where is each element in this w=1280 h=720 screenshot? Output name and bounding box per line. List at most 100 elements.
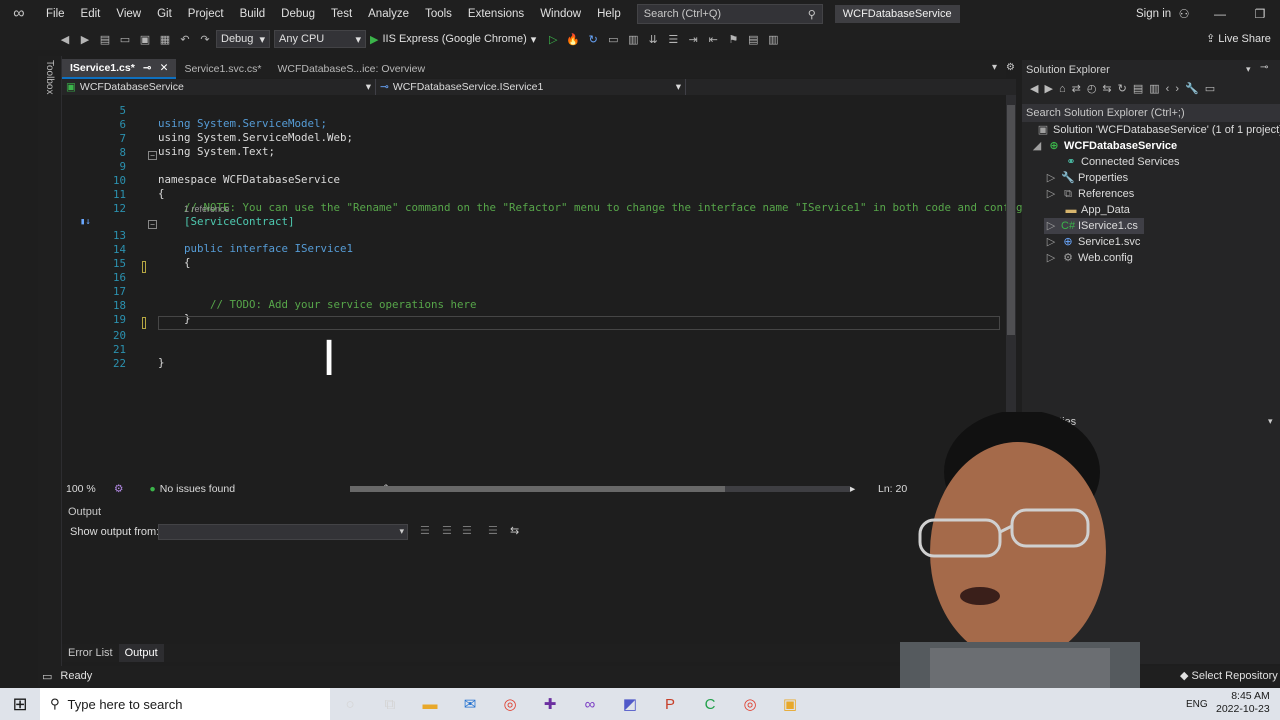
collapsed-arrow-icon[interactable]: ▷ xyxy=(1044,170,1058,186)
expanded-arrow-icon[interactable]: ◢ xyxy=(1030,138,1044,154)
global-search-input[interactable]: Search (Ctrl+Q) ⚲ xyxy=(636,4,823,24)
chevron-down-icon[interactable]: ▾ xyxy=(1246,64,1251,75)
view-code-icon[interactable]: ‹› xyxy=(1166,83,1185,95)
code-editor[interactable]: 5 using System.ServiceModel; 6 using Sys… xyxy=(62,95,1023,479)
chevron-down-icon[interactable]: ▾ xyxy=(1268,416,1273,427)
collapsed-arrow-icon[interactable]: ▷ xyxy=(1044,218,1058,234)
tab-service1-svc-cs[interactable]: Service1.svc.cs* xyxy=(176,60,269,78)
menu-analyze[interactable]: Analyze xyxy=(360,0,417,28)
bookmark-icon[interactable]: ⚑ xyxy=(724,30,742,48)
menu-view[interactable]: View xyxy=(108,0,149,28)
indent-icon[interactable]: ⇥ xyxy=(684,30,702,48)
save-icon[interactable]: ▣ xyxy=(136,30,154,48)
tree-item-solution[interactable]: ▣ Solution 'WCFDatabaseService' (1 of 1 p… xyxy=(1036,122,1280,138)
window-layout-icon[interactable]: ▥ xyxy=(624,30,642,48)
scroll-right-icon[interactable]: ▸ xyxy=(850,483,855,495)
intellicode-icon[interactable]: ⚙ xyxy=(114,483,123,495)
home-icon[interactable]: ⌂ xyxy=(1059,83,1072,95)
platform-select[interactable]: Any CPU ▾ xyxy=(274,30,366,48)
pin-icon[interactable]: ⊸ xyxy=(1260,62,1268,73)
chrome-icon[interactable]: ◎ xyxy=(490,688,530,720)
settings-gear-icon[interactable]: ⚙ xyxy=(1006,62,1015,73)
refresh-icon[interactable]: ↻ xyxy=(1118,83,1133,95)
collapse-all-icon[interactable]: ▤ xyxy=(1133,83,1149,95)
chrome-2-icon[interactable]: ◎ xyxy=(730,688,770,720)
sync-icon[interactable]: ⇆ xyxy=(1102,83,1117,95)
menu-test[interactable]: Test xyxy=(323,0,360,28)
tree-item-references[interactable]: ▷ ⧉ References xyxy=(1044,186,1135,202)
issues-status[interactable]: No issues found xyxy=(160,483,235,495)
output-source-select[interactable]: ▾ xyxy=(158,524,408,540)
uncomment-icon[interactable]: ▥ xyxy=(764,30,782,48)
show-all-files-icon[interactable]: ▥ xyxy=(1149,83,1165,95)
tree-item-iservice1-cs[interactable]: ▷ C# IService1.cs xyxy=(1044,218,1144,234)
menu-tools[interactable]: Tools xyxy=(417,0,460,28)
step-icon[interactable]: ⇊ xyxy=(644,30,662,48)
zoom-level[interactable]: 100 % xyxy=(66,483,114,495)
redo-icon[interactable]: ↷ xyxy=(196,30,214,48)
collapse-icon[interactable]: − xyxy=(148,151,157,160)
refresh-icon[interactable]: ↻ xyxy=(584,30,602,48)
tree-item-project[interactable]: ◢ ⊕ WCFDatabaseService xyxy=(1030,138,1177,154)
horizontal-scrollbar[interactable] xyxy=(350,486,850,492)
restore-icon[interactable]: ❐ xyxy=(1240,0,1280,28)
back-icon[interactable]: ◀ xyxy=(1030,83,1044,95)
minimize-icon[interactable]: — xyxy=(1200,0,1240,28)
solution-search-input[interactable]: Search Solution Explorer (Ctrl+;) xyxy=(1022,104,1280,122)
visual-studio-taskbar-icon[interactable]: ∞ xyxy=(570,688,610,720)
find-message-icon[interactable]: ☰ xyxy=(420,524,430,537)
taskbar-search-input[interactable]: ⚲ Type here to search xyxy=(40,688,330,720)
app-icon[interactable]: ▣ xyxy=(770,688,810,720)
scrollbar-thumb[interactable] xyxy=(350,486,725,492)
windows-start-icon[interactable]: ⊞ xyxy=(0,688,40,720)
menu-file[interactable]: File xyxy=(38,0,73,28)
collapsed-arrow-icon[interactable]: ▷ xyxy=(1044,250,1058,266)
forward-icon[interactable]: ▶ xyxy=(1044,83,1058,95)
mail-icon[interactable]: ✉ xyxy=(450,688,490,720)
live-share-button[interactable]: ⇪ Live Share xyxy=(1206,28,1271,50)
pending-changes-icon[interactable]: ◴ xyxy=(1087,83,1103,95)
tree-item-connected-services[interactable]: ⚭ Connected Services xyxy=(1064,154,1179,170)
file-explorer-icon[interactable]: ▬ xyxy=(410,688,450,720)
menu-extensions[interactable]: Extensions xyxy=(460,0,532,28)
outdent-icon[interactable]: ⇤ xyxy=(704,30,722,48)
collapsed-arrow-icon[interactable]: ▷ xyxy=(1044,234,1058,250)
select-repository-button[interactable]: ◆ Select Repository xyxy=(1180,666,1278,686)
save-all-icon[interactable]: ▦ xyxy=(156,30,174,48)
hot-reload-icon[interactable]: 🔥 xyxy=(564,30,582,48)
word-wrap-icon[interactable]: ⇆ xyxy=(510,524,519,537)
language-indicator[interactable]: ENG xyxy=(1186,699,1208,710)
task-view-icon[interactable]: ⧉ xyxy=(370,688,410,720)
toolbox-tab[interactable]: Toolbox xyxy=(44,60,55,94)
new-project-icon[interactable]: ▤ xyxy=(96,30,114,48)
solution-config-select[interactable]: Debug ▾ xyxy=(216,30,270,48)
navigate-forward-icon[interactable]: ▶ xyxy=(76,30,94,48)
menu-build[interactable]: Build xyxy=(232,0,274,28)
tree-item-properties[interactable]: ▷ 🔧 Properties xyxy=(1044,170,1128,186)
tree-item-service1-svc[interactable]: ▷ ⊕ Service1.svc xyxy=(1044,234,1141,250)
camtasia-icon[interactable]: C xyxy=(690,688,730,720)
menu-debug[interactable]: Debug xyxy=(273,0,323,28)
tab-overview[interactable]: WCFDatabaseS...ice: Overview xyxy=(269,60,433,78)
pin-icon[interactable]: ⊸ xyxy=(143,59,152,77)
undo-icon[interactable]: ↶ xyxy=(176,30,194,48)
menu-project[interactable]: Project xyxy=(180,0,232,28)
implementation-glyph-icon[interactable]: ▮↓ xyxy=(80,217,91,227)
collapse-icon[interactable]: − xyxy=(148,220,157,229)
menu-edit[interactable]: Edit xyxy=(73,0,109,28)
properties-icon[interactable]: 🔧 xyxy=(1185,83,1205,95)
preview-icon[interactable]: ▭ xyxy=(1205,83,1221,95)
teams-icon[interactable]: ◩ xyxy=(610,688,650,720)
next-message-icon[interactable]: ☰ xyxy=(462,524,472,537)
powerpoint-icon[interactable]: P xyxy=(650,688,690,720)
taskbar-clock[interactable]: 8:45 AM 2022-10-23 xyxy=(1216,690,1270,716)
menu-git[interactable]: Git xyxy=(149,0,180,28)
account-icon[interactable]: ⚇ xyxy=(1164,0,1204,28)
scrollbar-thumb[interactable] xyxy=(1007,105,1015,335)
menu-help[interactable]: Help xyxy=(589,0,629,28)
codelens-references[interactable]: 1 reference xyxy=(184,204,230,214)
tab-list-dropdown-icon[interactable]: ▾ xyxy=(992,62,997,73)
tab-iservice1-cs[interactable]: IService1.cs* ⊸ ✕ xyxy=(62,59,177,79)
cortana-icon[interactable]: ○ xyxy=(330,688,370,720)
browser-link-icon[interactable]: ▭ xyxy=(604,30,622,48)
